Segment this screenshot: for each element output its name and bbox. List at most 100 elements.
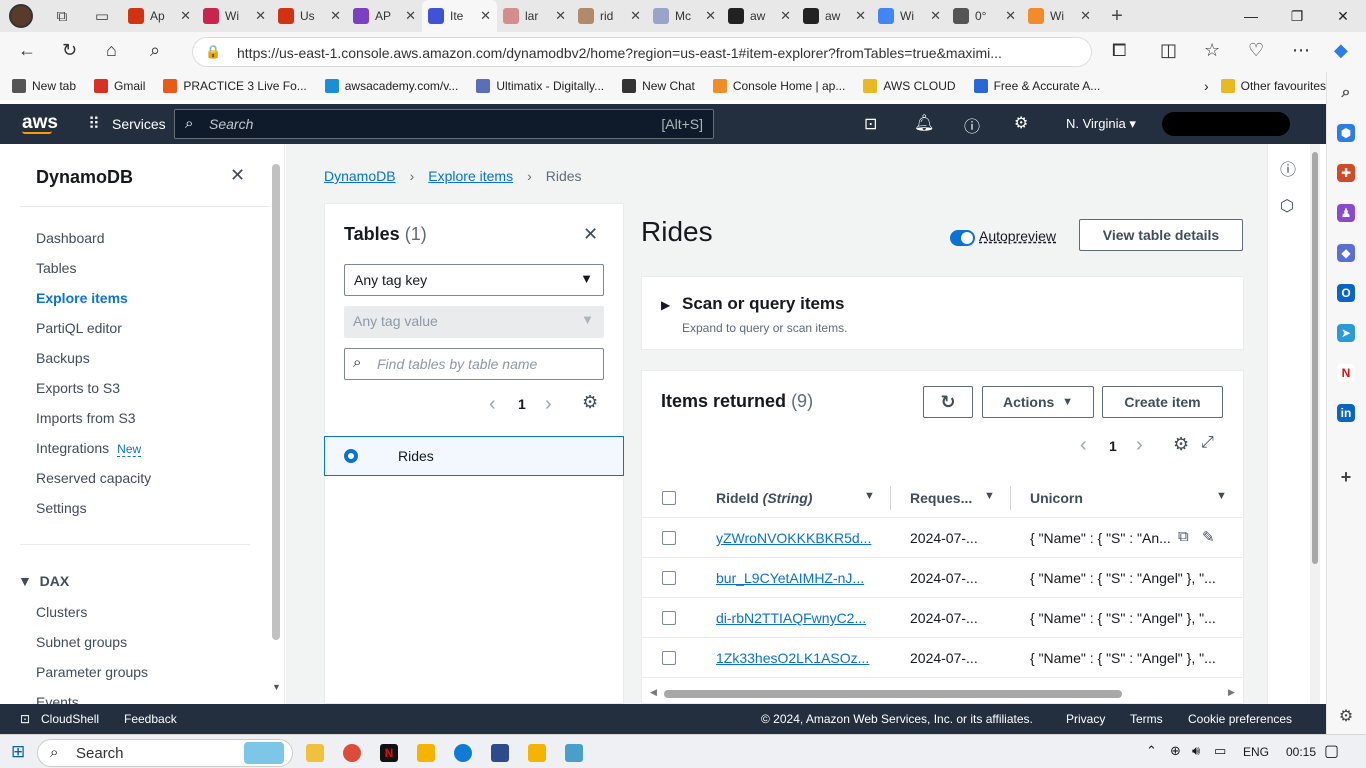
telegram-icon[interactable]: ➤ — [1337, 324, 1355, 342]
column-divider[interactable] — [890, 486, 891, 510]
notifications-icon[interactable]: 🔔︎ — [914, 113, 934, 133]
dax-section[interactable]: ▼ DAX — [18, 573, 69, 589]
settings-icon[interactable]: ⚙ — [1337, 708, 1355, 726]
other-favourites[interactable]: Other favourites — [1220, 79, 1326, 93]
autopreview-toggle[interactable] — [950, 230, 975, 246]
autopreview-label[interactable]: Autopreview — [979, 228, 1056, 244]
settings-icon[interactable]: ⚙ — [1173, 434, 1189, 455]
browser-tab[interactable]: Mc ✕ — [647, 0, 722, 32]
copy-icon[interactable]: ⧉ — [1178, 528, 1189, 545]
caret-right-icon[interactable]: ▶ — [661, 298, 670, 312]
sidebar-item-subnet-groups[interactable]: Subnet groups — [36, 634, 127, 650]
bookmark-item[interactable]: New Chat — [622, 79, 695, 93]
browser-tab[interactable]: Wi ✕ — [872, 0, 947, 32]
bookmark-item[interactable]: Ultimatix - Digitally... — [476, 79, 604, 93]
add-icon[interactable]: + — [1337, 468, 1355, 486]
virtualbox-icon[interactable] — [491, 744, 509, 762]
sidebar-item-exports-to-s3[interactable]: Exports to S3 — [36, 380, 120, 396]
table-row[interactable]: yZWroNVOKKKBKR5d... 2024-07-... { "Name" :… — [642, 518, 1243, 558]
table-row[interactable]: di-rbN2TTIAQFwnyC2... 2024-07-... { "Name"… — [642, 598, 1243, 638]
chevron-right-icon[interactable]: › — [1204, 78, 1209, 94]
edit-icon[interactable]: ✎ — [1202, 528, 1215, 546]
netflix-icon[interactable]: N — [380, 744, 398, 762]
close-window-icon[interactable]: ✕ — [1320, 8, 1366, 25]
breadcrumb-dynamodb[interactable]: DynamoDB — [324, 168, 396, 184]
tag-key-select[interactable]: Any tag key ▼ — [344, 264, 604, 296]
next-page-icon[interactable]: › — [545, 393, 552, 416]
terms-link[interactable]: Terms — [1130, 712, 1163, 726]
bookmark-item[interactable]: Console Home | ap... — [712, 79, 845, 93]
show-hidden-icons[interactable]: ⌃ — [1146, 743, 1157, 759]
close-tab-icon[interactable]: ✕ — [1005, 8, 1016, 24]
scan-query-panel[interactable]: ▶ Scan or query items Expand to query or… — [641, 276, 1244, 350]
sidebar-item-dashboard[interactable]: Dashboard — [36, 230, 105, 246]
search-icon[interactable]: ⌕ — [150, 40, 160, 61]
chrome-icon[interactable] — [343, 744, 361, 762]
sidebar-item-backups[interactable]: Backups — [36, 350, 90, 366]
close-tab-icon[interactable]: ✕ — [705, 8, 716, 24]
sidebar-item-reserved-capacity[interactable]: Reserved capacity — [36, 470, 151, 486]
minimize-icon[interactable]: — — [1228, 8, 1274, 25]
sidebar-item-tables[interactable]: Tables — [36, 260, 76, 276]
feedback-link[interactable]: Feedback — [124, 712, 177, 726]
more-icon[interactable]: ⋯ — [1292, 40, 1310, 61]
row-checkbox[interactable] — [662, 531, 676, 545]
close-tab-icon[interactable]: ✕ — [480, 8, 491, 24]
rideid-link[interactable]: yZWroNVOKKKBKR5d... — [716, 530, 874, 546]
file-explorer-icon[interactable] — [306, 744, 324, 762]
table-row-rides[interactable]: Rides — [324, 436, 624, 476]
sidebar-item-explore-items[interactable]: Explore items — [36, 290, 128, 306]
sidebar-scrollbar[interactable] — [272, 164, 280, 640]
outlook-icon[interactable]: O — [1337, 284, 1355, 302]
region-selector[interactable]: N. Virginia ▾ — [1066, 116, 1136, 132]
close-tab-icon[interactable]: ✕ — [630, 8, 641, 24]
performance-icon[interactable]: ♡ — [1248, 40, 1264, 61]
copilot-icon[interactable]: ◆ — [1334, 40, 1348, 61]
column-requesttime[interactable]: Reques... — [910, 490, 972, 506]
sort-icon[interactable]: ▼ — [864, 490, 875, 502]
clock[interactable]: 00:15 — [1286, 745, 1316, 759]
cloudshell-icon[interactable]: ⊡ — [864, 114, 877, 134]
scan-title[interactable]: Scan or query items — [682, 294, 845, 314]
close-tab-icon[interactable]: ✕ — [180, 8, 191, 24]
next-page-icon[interactable]: › — [1136, 434, 1143, 457]
column-divider[interactable] — [1010, 486, 1011, 510]
column-unicorn[interactable]: Unicorn — [1030, 490, 1083, 506]
close-sidebar-icon[interactable]: ✕ — [230, 165, 245, 186]
hexagon-icon[interactable]: ⬡ — [1280, 196, 1294, 216]
bookmark-item[interactable]: New tab — [12, 79, 76, 93]
radio-selected[interactable] — [344, 449, 358, 463]
home-icon[interactable]: ⌂ — [106, 40, 117, 61]
app-icon[interactable] — [528, 744, 546, 762]
tab-actions-icon[interactable]: ▭ — [82, 7, 122, 25]
table-search-input[interactable]: ⌕ Find tables by table name — [344, 348, 604, 380]
horizontal-scrollbar[interactable]: ◀ ▶ — [642, 683, 1243, 703]
back-icon[interactable]: ← — [18, 40, 36, 61]
close-tab-icon[interactable]: ✕ — [255, 8, 266, 24]
netflix-icon[interactable]: N — [1337, 364, 1355, 382]
row-checkbox[interactable] — [662, 571, 676, 585]
restore-icon[interactable]: ❐ — [1274, 8, 1320, 25]
browser-tab[interactable]: Wi ✕ — [197, 0, 272, 32]
close-panel-icon[interactable]: ✕ — [583, 224, 598, 245]
browser-tab[interactable]: lar ✕ — [497, 0, 572, 32]
url-bar[interactable]: 🔒 https://us-east-1.console.aws.amazon.c… — [192, 37, 1092, 67]
sidebar-item-integrations[interactable]: Integrations New — [36, 440, 142, 457]
close-tab-icon[interactable]: ✕ — [855, 8, 866, 24]
browser-tab[interactable]: Ite ✕ — [422, 0, 497, 32]
linkedin-icon[interactable]: in — [1337, 404, 1355, 422]
select-all-checkbox[interactable] — [662, 491, 676, 505]
profile-avatar[interactable] — [0, 4, 42, 28]
close-tab-icon[interactable]: ✕ — [1080, 8, 1091, 24]
sidebar-item-parameter-groups[interactable]: Parameter groups — [36, 664, 148, 680]
browser-tab[interactable]: 0° ✕ — [947, 0, 1022, 32]
grid-icon[interactable]: ⠿ — [88, 114, 100, 134]
games-icon[interactable]: ♟ — [1337, 204, 1355, 222]
browser-tab[interactable]: Ap ✕ — [122, 0, 197, 32]
notepad-icon[interactable] — [565, 744, 583, 762]
scroll-down-icon[interactable]: ▼ — [272, 682, 281, 692]
browser-tab[interactable]: rid ✕ — [572, 0, 647, 32]
notification-center-icon[interactable]: ▢ — [1324, 741, 1339, 761]
browser-tab[interactable]: AP ✕ — [347, 0, 422, 32]
help-icon[interactable]: ⓘ — [964, 113, 980, 137]
